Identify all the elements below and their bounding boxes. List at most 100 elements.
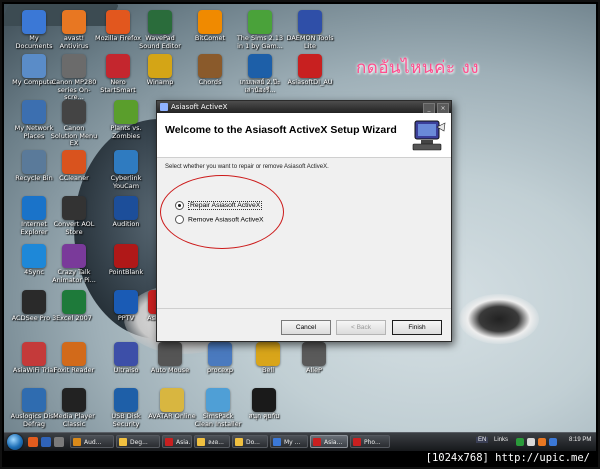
taskbar: Aud... Deg... Asia... ลงอ... Do... My ... Asia… xyxy=(4,432,596,451)
taskbar-button[interactable]: Deg... xyxy=(116,435,160,448)
desktop-shortcut[interactable]: Crazy Talk Animator Pi... xyxy=(50,244,98,290)
taskbar-button[interactable]: Asia... xyxy=(310,435,348,448)
desktop-shortcut[interactable]: Cyberlink YouCam xyxy=(102,150,150,196)
desktop-shortcut-label: WavePad Sound Editor xyxy=(139,34,181,50)
taskbar-app-icon xyxy=(273,438,281,446)
links-toolbar[interactable]: Links xyxy=(494,437,508,443)
procexp-icon xyxy=(208,342,232,366)
overlay-thai-text: กดอันไหนค่ะ งง xyxy=(356,58,480,78)
game-icon xyxy=(248,54,272,78)
taskbar-button[interactable]: Pho... xyxy=(350,435,390,448)
recycle-bin-icon xyxy=(22,150,46,174)
desktop-shortcut[interactable]: Convert AOL Store xyxy=(50,196,98,242)
desktop-shortcut[interactable]: Winamp xyxy=(136,54,184,100)
taskbar-button-label: Aud... xyxy=(84,439,102,446)
taskbar-app-icon xyxy=(197,438,205,446)
quicklaunch-ie-icon[interactable] xyxy=(41,437,51,447)
tray-network-icon[interactable] xyxy=(516,438,524,446)
desktop-shortcut-label: avast! Antivirus xyxy=(59,34,89,50)
desktop-shortcut[interactable]: WavePad Sound Editor xyxy=(136,10,184,56)
finish-button[interactable]: Finish xyxy=(392,320,442,335)
desktop-shortcut[interactable]: SimsPack Clean Installer xyxy=(194,388,242,432)
divider xyxy=(157,308,451,309)
taskbar-button-label: Asia... xyxy=(324,439,343,446)
desktop-shortcut[interactable]: AsiasoftDI_AU xyxy=(286,54,334,100)
sims-icon xyxy=(248,10,272,34)
desktop-shortcut[interactable]: Canon MP280 series On-scre... xyxy=(50,54,98,101)
tray-volume-icon[interactable] xyxy=(527,438,535,446)
desktop-shortcut[interactable]: The Sims 2.13 in 1 by Gam... xyxy=(236,10,284,56)
desktop-shortcut[interactable]: Bell xyxy=(244,342,292,388)
desktop-shortcut[interactable]: CCleaner xyxy=(50,150,98,196)
clock[interactable]: 8:19 PM xyxy=(569,437,591,443)
wallpaper-rings xyxy=(459,294,539,344)
tray-avast-icon[interactable] xyxy=(538,438,546,446)
desktop-shortcut[interactable]: สนุก คุยกับ xyxy=(240,388,288,432)
dialog-titlebar[interactable]: Asiasoft ActiveX _ × xyxy=(157,101,451,114)
desktop-shortcut[interactable]: Mozilla Firefox xyxy=(94,10,142,56)
back-button[interactable]: < Back xyxy=(336,320,386,335)
desktop-shortcut[interactable]: Nero StartSmart xyxy=(94,54,142,100)
desktop-shortcut[interactable]: Ultraiso xyxy=(102,342,150,388)
taskbar-button[interactable]: Aud... xyxy=(70,435,114,448)
desktop-shortcut[interactable]: Canon Solution Menu EX xyxy=(50,100,98,147)
desktop-shortcut[interactable]: Chords xyxy=(186,54,234,100)
desktop-shortcut[interactable]: Audition xyxy=(102,196,150,242)
watermark-text: [1024x768] http://upic.me/ xyxy=(425,452,590,464)
desktop-shortcut[interactable]: PointBlank xyxy=(102,244,150,290)
desktop-shortcut-label: BitComet xyxy=(194,34,226,42)
desktop-shortcut-label: Audition xyxy=(112,220,140,228)
desktop-shortcut[interactable]: BitComet xyxy=(186,10,234,56)
taskbar-button[interactable]: Asia... xyxy=(162,435,192,448)
quicklaunch-firefox-icon[interactable] xyxy=(28,437,38,447)
taskbar-button-label: ลงอ... xyxy=(208,439,224,446)
ie-icon xyxy=(22,196,46,220)
tray-usb-icon[interactable] xyxy=(549,438,557,446)
desktop[interactable]: My Documents avast! Antivirus Mozilla Fire… xyxy=(4,4,596,432)
cancel-button[interactable]: Cancel xyxy=(281,320,331,335)
desktop-shortcut[interactable]: AlleP xyxy=(290,342,338,388)
computer-setup-icon xyxy=(412,120,446,151)
taskbar-button-label: Deg... xyxy=(130,439,148,446)
desktop-shortcut[interactable]: AVATAR Online xyxy=(148,388,196,432)
ccleaner-icon xyxy=(62,150,86,174)
wizard-header: Welcome to the Asiasoft ActiveX Setup Wi… xyxy=(157,113,451,158)
desktop-shortcut[interactable]: เกมเพลย์ 2.ป๊ะ เล่าน้องรี... xyxy=(236,54,284,100)
wavepad-icon xyxy=(148,10,172,34)
desktop-shortcut[interactable]: Plants vs. Zombies xyxy=(102,100,150,146)
desktop-shortcut-label: procexp xyxy=(206,366,234,374)
desktop-shortcut-label: CCleaner xyxy=(59,174,89,182)
desktop-shortcut[interactable]: USB Disk Security xyxy=(102,388,150,432)
desktop-shortcut-label: AlleP xyxy=(306,366,322,374)
taskbar-app-icon xyxy=(165,438,173,446)
automouse-icon xyxy=(158,342,182,366)
taskbar-button[interactable]: My ... xyxy=(270,435,308,448)
desktop-shortcut[interactable]: DAEMON Tools Lite xyxy=(286,10,334,56)
desktop-shortcut[interactable]: Media Player Classic xyxy=(50,388,98,432)
taskbar-button[interactable]: ลงอ... xyxy=(194,435,230,448)
desktop-shortcut-label: SimsPack Clean Installer xyxy=(194,412,242,428)
wizard-heading: Welcome to the Asiasoft ActiveX Setup Wi… xyxy=(165,124,397,136)
winamp-icon xyxy=(148,54,172,78)
taskbar-app-icon xyxy=(353,438,361,446)
desktop-shortcut-label: Cyberlink YouCam xyxy=(110,174,142,190)
taskbar-button[interactable]: Do... xyxy=(232,435,268,448)
firefox-icon xyxy=(106,10,130,34)
desktop-shortcut-label: Bell xyxy=(261,366,275,374)
start-button[interactable] xyxy=(7,434,23,450)
desktop-shortcut[interactable]: Foxit Reader xyxy=(50,342,98,388)
watermark-strip: [1024x768] http://upic.me/ xyxy=(4,451,596,467)
desktop-shortcut[interactable]: procexp xyxy=(196,342,244,388)
desktop-shortcut-label: The Sims 2.13 in 1 by Gam... xyxy=(236,34,284,50)
desktop-shortcut-label: Mozilla Firefox xyxy=(95,34,141,42)
usb-security-icon xyxy=(114,388,138,412)
taskbar-button-label: Pho... xyxy=(364,439,381,446)
language-indicator[interactable]: EN xyxy=(476,437,489,443)
desktop-shortcut-label: Winamp xyxy=(146,78,174,86)
quicklaunch-desktop-icon[interactable] xyxy=(54,437,64,447)
desktop-shortcut[interactable]: avast! Antivirus xyxy=(50,10,98,56)
desktop-shortcut[interactable]: Auto Mouse xyxy=(146,342,194,388)
chords-icon xyxy=(198,54,222,78)
desktop-shortcut-label: Ultraiso xyxy=(113,366,139,374)
desktop-shortcut[interactable]: Excel 2007 xyxy=(50,290,98,336)
